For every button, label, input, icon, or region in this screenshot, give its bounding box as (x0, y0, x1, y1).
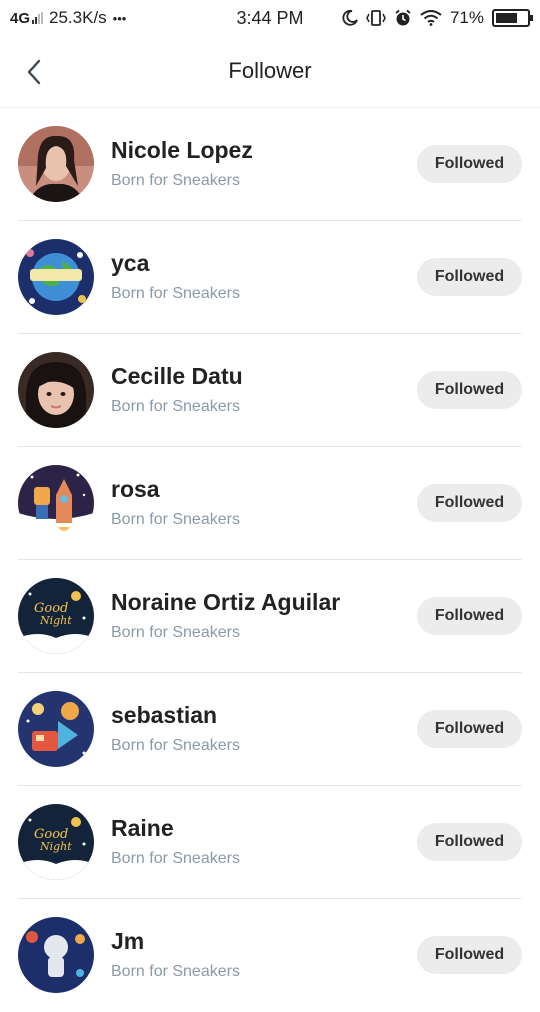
avatar[interactable] (18, 352, 94, 428)
followed-button[interactable]: Followed (417, 936, 522, 974)
follower-name[interactable]: Raine (111, 815, 174, 842)
follower-row[interactable]: Jm Born for Sneakers Followed (18, 899, 522, 1012)
network-speed: 25.3K/s (49, 8, 107, 27)
avatar[interactable] (18, 465, 94, 541)
follower-name[interactable]: Noraine Ortiz Aguilar (111, 589, 340, 616)
svg-text:Night: Night (39, 840, 72, 853)
battery-percent: 71% (449, 8, 484, 27)
follower-bio: Born for Sneakers (111, 398, 240, 415)
follower-name[interactable]: Cecille Datu (111, 363, 243, 390)
followed-button[interactable]: Followed (417, 597, 522, 635)
more-notifications-icon: ••• (112, 10, 127, 26)
follower-list: Nicole Lopez Born for Sneakers Followed … (0, 108, 540, 1012)
avatar[interactable]: Good Night (18, 578, 94, 654)
status-right: 71% (342, 8, 533, 28)
signal-icon (32, 12, 44, 24)
follower-name[interactable]: yca (111, 250, 149, 277)
followed-button[interactable]: Followed (417, 145, 522, 183)
follower-name[interactable]: sebastian (111, 702, 217, 729)
followed-button[interactable]: Followed (417, 710, 522, 748)
follower-row[interactable]: yca Born for Sneakers Followed (18, 221, 522, 334)
follower-row[interactable]: Good Night Raine Born for Sneakers Follo… (18, 786, 522, 899)
follower-row[interactable]: Good Night Noraine Ortiz Aguilar Born fo… (18, 560, 522, 673)
follower-bio: Born for Sneakers (111, 850, 240, 867)
app-header: Follower (0, 36, 540, 108)
follower-row[interactable]: Nicole Lopez Born for Sneakers Followed (18, 108, 522, 221)
followed-button[interactable]: Followed (417, 371, 522, 409)
follower-row[interactable]: Cecille Datu Born for Sneakers Followed (18, 334, 522, 447)
follower-bio: Born for Sneakers (111, 737, 240, 754)
avatar[interactable] (18, 691, 94, 767)
follower-name[interactable]: rosa (111, 476, 160, 503)
page-title: Follower (228, 58, 312, 83)
chevron-left-icon (27, 59, 41, 85)
follower-name[interactable]: Jm (111, 928, 144, 955)
battery-icon (492, 9, 533, 27)
follower-row[interactable]: sebastian Born for Sneakers Followed (18, 673, 522, 786)
avatar[interactable] (18, 239, 94, 315)
avatar[interactable] (18, 917, 94, 993)
svg-text:Night: Night (39, 614, 72, 627)
follower-bio: Born for Sneakers (111, 285, 240, 302)
follower-bio: Born for Sneakers (111, 963, 240, 980)
alarm-icon (395, 9, 411, 26)
wifi-icon (420, 10, 442, 26)
follower-bio: Born for Sneakers (111, 511, 240, 528)
follower-name[interactable]: Nicole Lopez (111, 137, 253, 164)
back-button[interactable] (14, 52, 54, 92)
vibrate-icon (366, 10, 386, 26)
status-left: 4G 25.3K/s ••• (10, 8, 210, 28)
avatar[interactable] (18, 126, 94, 202)
battery-level (496, 13, 518, 23)
followed-button[interactable]: Followed (417, 258, 522, 296)
follower-row[interactable]: rosa Born for Sneakers Followed (18, 447, 522, 560)
followed-button[interactable]: Followed (417, 823, 522, 861)
follower-bio: Born for Sneakers (111, 172, 240, 189)
avatar[interactable]: Good Night (18, 804, 94, 880)
follower-bio: Born for Sneakers (111, 624, 240, 641)
status-bar: 4G 25.3K/s ••• 3:44 PM 71% (0, 0, 540, 36)
do-not-disturb-icon (342, 10, 358, 26)
network-type: 4G (10, 9, 31, 27)
followed-button[interactable]: Followed (417, 484, 522, 522)
